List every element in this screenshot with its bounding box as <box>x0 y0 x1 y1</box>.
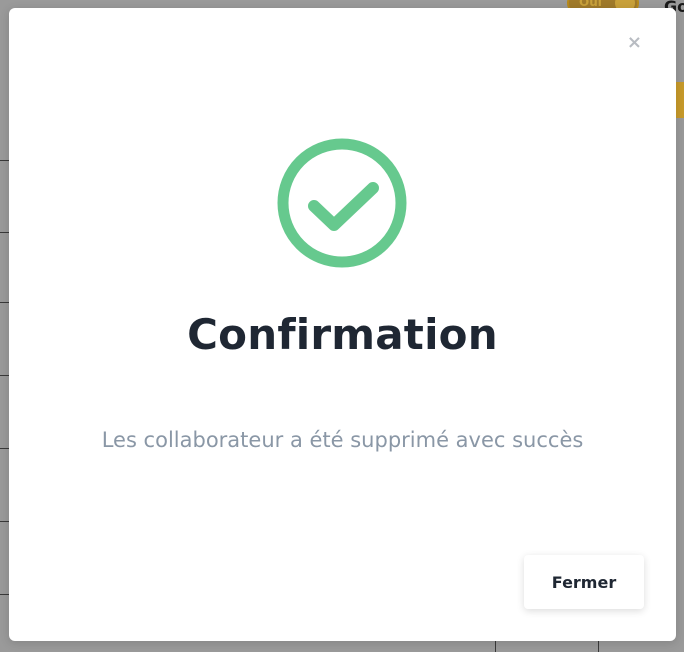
close-button[interactable]: Fermer <box>524 555 644 609</box>
background-divider <box>495 640 496 652</box>
modal-title: Confirmation <box>187 310 498 359</box>
confirmation-modal: × Confirmation Les collaborateur a été s… <box>9 8 676 641</box>
modal-message: Les collaborateur a été supprimé avec su… <box>101 428 584 452</box>
close-icon[interactable]: × <box>627 34 642 52</box>
background-divider <box>598 640 599 652</box>
check-circle-icon <box>277 138 407 268</box>
